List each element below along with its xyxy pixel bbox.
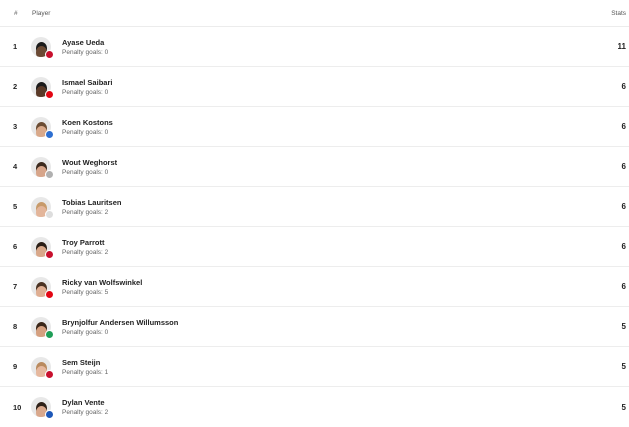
top-scorers-table: # Player Stats 1 Ayase Ueda Penalty goal… (0, 0, 629, 427)
player-list: 1 Ayase Ueda Penalty goals: 0 11 2 Ismae… (0, 27, 629, 427)
player-avatar[interactable] (31, 196, 54, 219)
player-info: Ismael Saibari Penalty goals: 0 (62, 78, 589, 96)
stat-value: 6 (621, 162, 626, 171)
table-row[interactable]: 4 Wout Weghorst Penalty goals: 0 6 (0, 147, 629, 187)
stat-value: 6 (621, 242, 626, 251)
stat-value: 5 (621, 402, 626, 412)
player-avatar[interactable] (31, 236, 54, 259)
table-row[interactable]: 1 Ayase Ueda Penalty goals: 0 11 (0, 27, 629, 67)
table-row[interactable]: 8 Brynjolfur Andersen Willumsson Penalty… (0, 307, 629, 347)
rank-number: 6 (13, 242, 18, 251)
stat-value: 6 (621, 202, 626, 211)
player-name[interactable]: Wout Weghorst (62, 158, 589, 167)
club-badge-icon (45, 129, 54, 139)
player-name[interactable]: Brynjolfur Andersen Willumsson (62, 318, 589, 327)
player-name[interactable]: Koen Kostons (62, 118, 589, 127)
stat-value: 6 (621, 122, 626, 131)
stat-value: 6 (621, 282, 626, 291)
penalty-goals: Penalty goals: 2 (62, 248, 109, 256)
stat-value: 11 (617, 42, 626, 51)
player-name[interactable]: Ricky van Wolfswinkel (62, 278, 589, 287)
rank-number: 2 (13, 82, 18, 91)
rank-number: 1 (13, 42, 18, 51)
player-info: Tobias Lauritsen Penalty goals: 2 (62, 198, 589, 216)
player-info: Dylan Vente Penalty goals: 2 (62, 398, 589, 416)
penalty-goals: Penalty goals: 1 (62, 368, 109, 376)
rank-number: 10 (13, 402, 22, 412)
penalty-goals: Penalty goals: 0 (62, 328, 109, 336)
table-row[interactable]: 7 Ricky van Wolfswinkel Penalty goals: 5… (0, 267, 629, 307)
rank-number: 4 (13, 162, 18, 171)
club-badge-icon (45, 89, 54, 99)
club-badge-icon (45, 209, 54, 219)
player-avatar[interactable] (31, 316, 54, 339)
table-row[interactable]: 10 Dylan Vente Penalty goals: 2 5 (0, 387, 629, 427)
penalty-goals: Penalty goals: 0 (62, 48, 109, 56)
player-name[interactable]: Dylan Vente (62, 398, 589, 407)
player-name[interactable]: Ismael Saibari (62, 78, 589, 87)
rank-number: 3 (13, 122, 18, 131)
rank-number: 8 (13, 322, 18, 331)
penalty-goals: Penalty goals: 0 (62, 168, 109, 176)
player-info: Koen Kostons Penalty goals: 0 (62, 118, 589, 136)
stat-value: 5 (621, 322, 626, 331)
player-avatar[interactable] (31, 397, 54, 419)
club-badge-icon (45, 49, 54, 59)
player-name[interactable]: Sem Steijn (62, 358, 589, 367)
club-badge-icon (45, 249, 54, 259)
player-name[interactable]: Ayase Ueda (62, 38, 589, 47)
player-info: Sem Steijn Penalty goals: 1 (62, 358, 589, 376)
player-info: Troy Parrott Penalty goals: 2 (62, 238, 589, 256)
club-badge-icon (45, 289, 54, 299)
penalty-goals: Penalty goals: 0 (62, 128, 109, 136)
table-row[interactable]: 3 Koen Kostons Penalty goals: 0 6 (0, 107, 629, 147)
player-avatar[interactable] (31, 116, 54, 139)
player-avatar[interactable] (31, 76, 54, 99)
player-avatar[interactable] (31, 36, 54, 59)
header-rank: # (14, 9, 18, 17)
player-name[interactable]: Troy Parrott (62, 238, 589, 247)
stat-value: 5 (621, 362, 626, 371)
club-badge-icon (45, 169, 54, 179)
player-info: Wout Weghorst Penalty goals: 0 (62, 158, 589, 176)
player-avatar[interactable] (31, 276, 54, 299)
rank-number: 9 (13, 362, 18, 371)
penalty-goals: Penalty goals: 0 (62, 88, 109, 96)
table-row[interactable]: 9 Sem Steijn Penalty goals: 1 5 (0, 347, 629, 387)
table-row[interactable]: 6 Troy Parrott Penalty goals: 2 6 (0, 227, 629, 267)
club-badge-icon (45, 369, 54, 379)
penalty-goals: Penalty goals: 5 (62, 288, 109, 296)
player-avatar[interactable] (31, 156, 54, 179)
table-row[interactable]: 2 Ismael Saibari Penalty goals: 0 6 (0, 67, 629, 107)
header-stats[interactable]: Stats (589, 10, 629, 17)
club-badge-icon (45, 329, 54, 339)
club-badge-icon (45, 410, 54, 419)
penalty-goals: Penalty goals: 2 (62, 208, 109, 216)
player-name[interactable]: Tobias Lauritsen (62, 198, 589, 207)
header-player[interactable]: Player (32, 10, 589, 17)
penalty-goals: Penalty goals: 2 (62, 409, 109, 416)
rank-number: 7 (13, 282, 18, 291)
table-header: # Player Stats (0, 0, 629, 27)
player-info: Brynjolfur Andersen Willumsson Penalty g… (62, 318, 589, 336)
player-info: Ricky van Wolfswinkel Penalty goals: 5 (62, 278, 589, 296)
stat-value: 6 (621, 82, 626, 91)
player-info: Ayase Ueda Penalty goals: 0 (62, 38, 589, 56)
rank-number: 5 (13, 202, 18, 211)
table-row[interactable]: 5 Tobias Lauritsen Penalty goals: 2 6 (0, 187, 629, 227)
player-avatar[interactable] (31, 356, 54, 379)
